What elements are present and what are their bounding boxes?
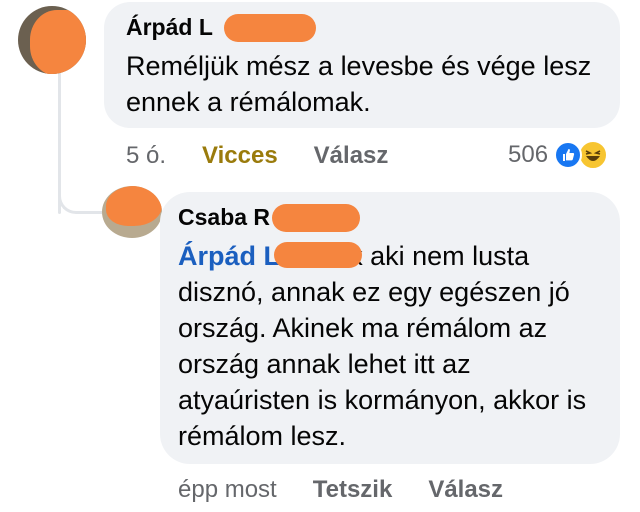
comment-body: Annak aki nem lusta disznó, annak ez egy…	[178, 241, 587, 451]
reaction-count: 506	[508, 141, 549, 168]
reply-button[interactable]: Válasz	[428, 476, 503, 504]
haha-icon	[578, 140, 609, 170]
name-redaction	[272, 204, 360, 232]
comment-text: Reméljük mész a levesbe és vége lesz enn…	[126, 51, 592, 117]
comment-bubble: Árpád L Reméljük mész a levesbe és vége …	[104, 2, 620, 128]
reply-bubble: Csaba R Árpád L Annak aki nem lusta disz…	[160, 192, 620, 464]
comment-text: Árpád L Annak aki nem lusta disznó, anna…	[178, 238, 608, 454]
comment-timestamp[interactable]: épp most	[178, 476, 277, 504]
mention-link[interactable]: Árpád L	[178, 241, 280, 271]
thread-connector-curve	[58, 180, 102, 214]
like-button[interactable]: Tetszik	[313, 476, 393, 504]
avatar-redaction	[30, 10, 86, 74]
like-icon	[554, 141, 583, 169]
name-redaction	[224, 14, 316, 42]
avatar[interactable]	[102, 186, 162, 238]
comment-timestamp[interactable]: 5 ó.	[126, 142, 166, 170]
comment-author[interactable]: Árpád L	[126, 14, 213, 41]
avatar-redaction	[106, 186, 162, 226]
comment-actions: épp most Tetszik Válasz	[178, 476, 503, 504]
reaction-button[interactable]: Vicces	[202, 142, 278, 170]
avatar[interactable]	[18, 6, 86, 74]
reply-button[interactable]: Válasz	[314, 142, 389, 170]
comment-author[interactable]: Csaba R	[178, 204, 270, 231]
reaction-summary[interactable]: 506	[508, 140, 609, 170]
comment-actions: 5 ó. Vicces Válasz	[126, 142, 388, 170]
mention-redaction	[274, 242, 362, 268]
